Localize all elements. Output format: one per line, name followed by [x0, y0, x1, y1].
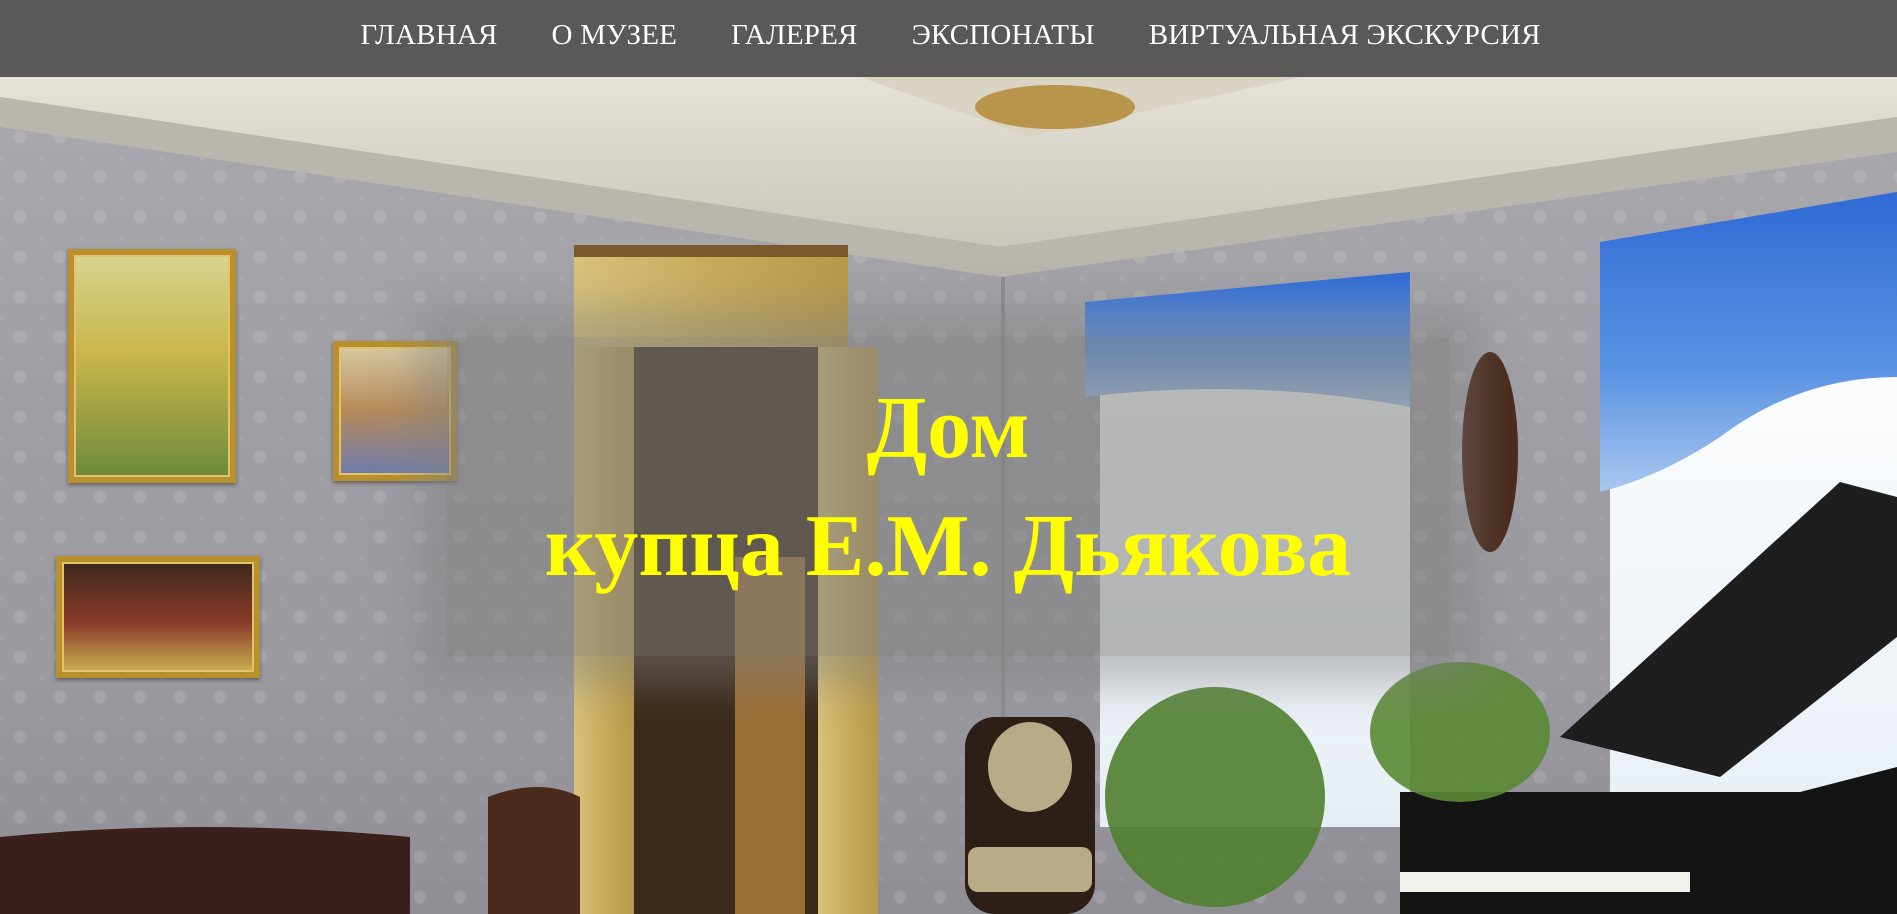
- painting-landscape: [333, 341, 457, 481]
- bench: [0, 827, 410, 914]
- ceiling-rosette: [975, 85, 1135, 129]
- statue: [1462, 352, 1518, 552]
- page-title: Дом купца Е.М. Дьякова: [447, 370, 1449, 606]
- bentwood-chair: [488, 787, 580, 914]
- armchair-back: [988, 722, 1072, 812]
- nav-item-about-museum[interactable]: О МУЗЕЕ: [552, 19, 678, 52]
- painting-sunflowers: [68, 249, 236, 483]
- nav-item-home[interactable]: ГЛАВНАЯ: [360, 19, 497, 52]
- page: ГЛАВНАЯ О МУЗЕЕ ГАЛЕРЕЯ ЭКСПОНАТЫ ВИРТУА…: [0, 0, 1897, 914]
- top-navbar: ГЛАВНАЯ О МУЗЕЕ ГАЛЕРЕЯ ЭКСПОНАТЫ ВИРТУА…: [0, 0, 1897, 77]
- nav-item-gallery[interactable]: ГАЛЕРЕЯ: [731, 19, 858, 52]
- nav-menu: ГЛАВНАЯ О МУЗЕЕ ГАЛЕРЕЯ ЭКСПОНАТЫ ВИРТУА…: [0, 0, 1897, 70]
- plant-left: [1105, 687, 1325, 907]
- piano-keys: [1400, 872, 1690, 892]
- nav-item-exhibits[interactable]: ЭКСПОНАТЫ: [912, 19, 1095, 52]
- page-title-line-1: Дом: [866, 380, 1030, 477]
- ceiling-left: [0, 77, 1000, 247]
- nav-item-virtual-tour[interactable]: ВИРТУАЛЬНАЯ ЭКСКУРСИЯ: [1149, 19, 1541, 52]
- armchair-seat: [968, 847, 1092, 892]
- plant-right: [1370, 662, 1550, 802]
- page-title-line-2: купца Е.М. Дьякова: [544, 498, 1352, 595]
- painting-fruit: [56, 556, 260, 678]
- doorway-curtain-valance: [574, 257, 848, 347]
